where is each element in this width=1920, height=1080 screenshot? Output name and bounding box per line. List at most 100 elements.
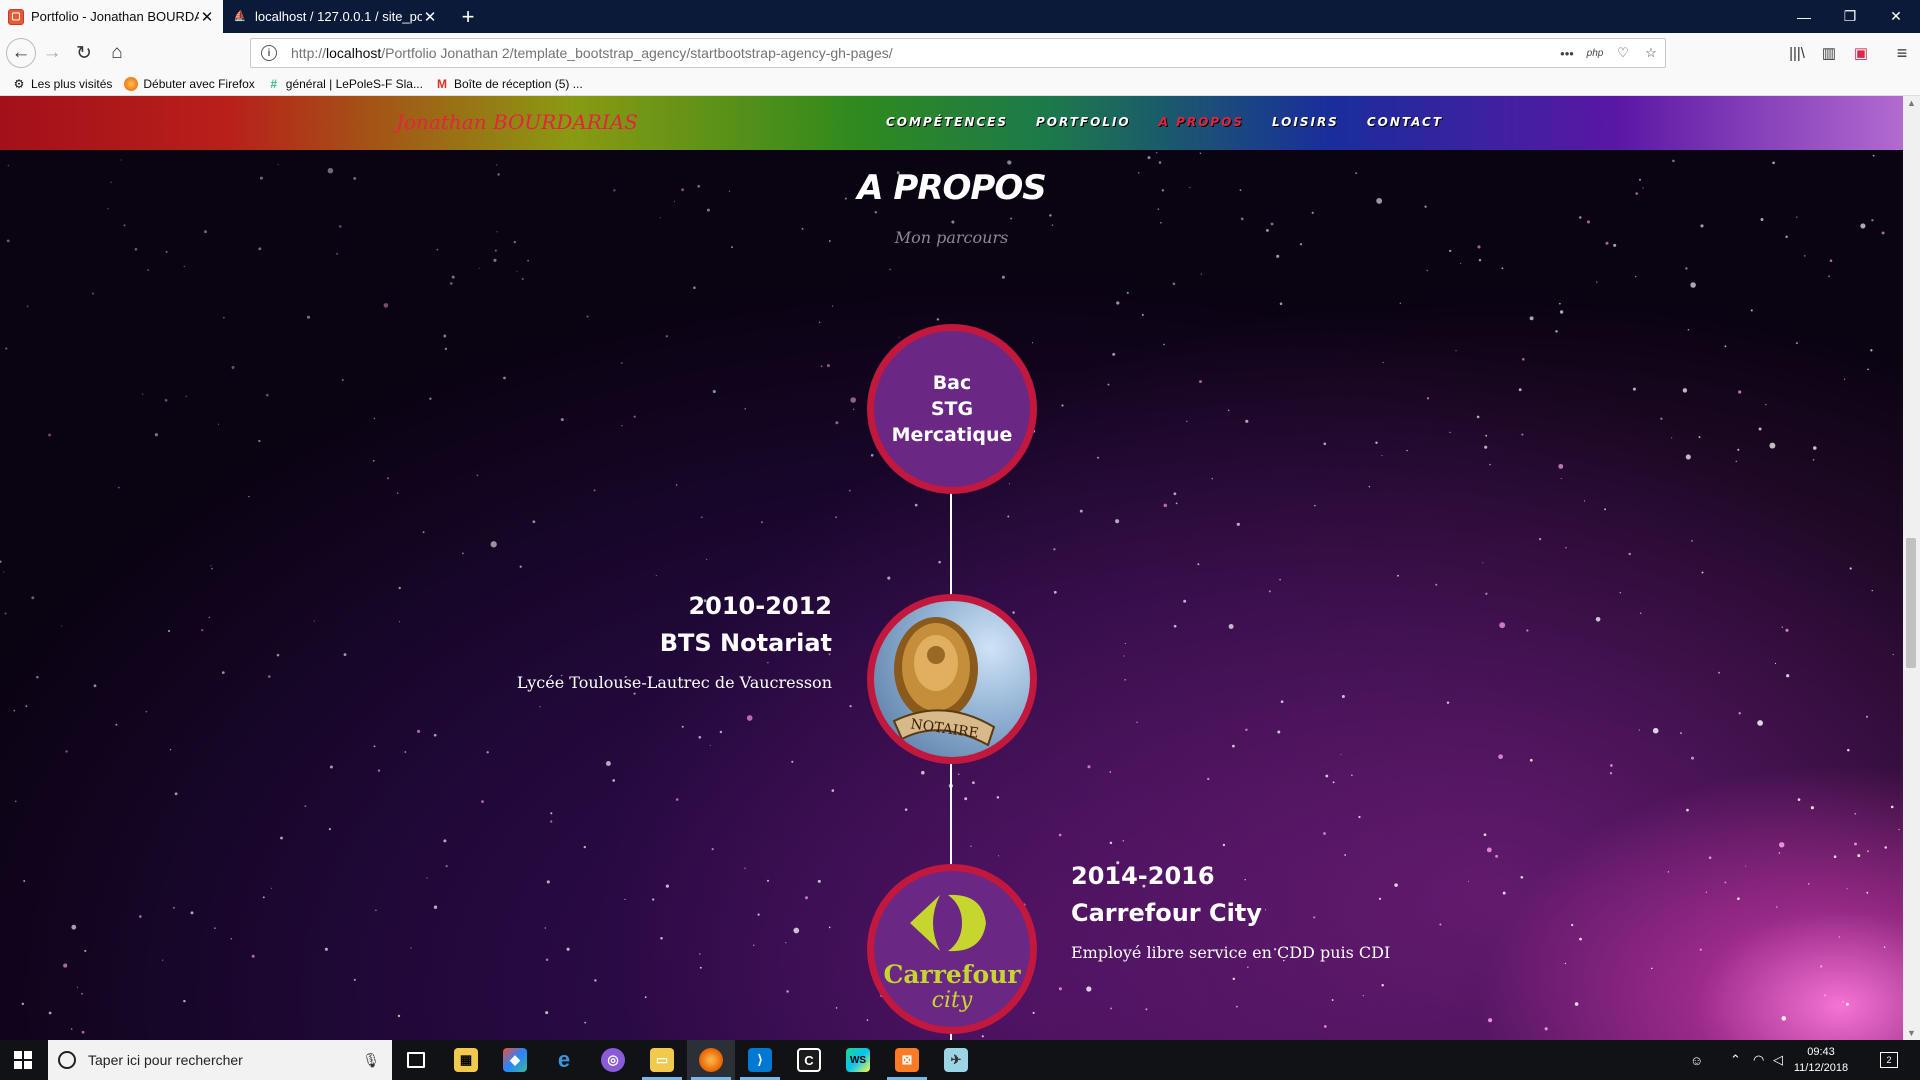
star	[1718, 671, 1721, 674]
star	[1724, 881, 1727, 884]
star	[147, 269, 150, 271]
firefox-taskbar-icon[interactable]	[687, 1040, 735, 1080]
start-button[interactable]	[0, 1040, 46, 1080]
star	[655, 575, 657, 577]
star	[1529, 758, 1533, 762]
home-button[interactable]: ⌂	[103, 39, 131, 67]
bookmark-most-visited[interactable]: ⚙ Les plus visités	[12, 77, 113, 91]
star	[1685, 454, 1691, 460]
xampp-icon[interactable]: ⊠	[883, 1040, 931, 1080]
bookmark-gmail[interactable]: M Boîte de réception (5) ...	[435, 77, 583, 91]
nav-link-competences[interactable]: COMPÉTENCES	[886, 115, 1008, 129]
url-text[interactable]: http://localhost/Portfolio Jonathan 2/te…	[291, 45, 1553, 61]
star	[417, 729, 421, 734]
star	[665, 884, 669, 888]
site-brand[interactable]: Jonathan BOURDARIAS	[396, 110, 638, 134]
tray-person-icon[interactable]: ☺	[1690, 1040, 1703, 1080]
pocket-icon[interactable]: ♡	[1609, 45, 1637, 61]
extension-icon[interactable]: ▣	[1847, 39, 1875, 67]
file-explorer-icon[interactable]: ▭	[638, 1040, 686, 1080]
editor-icon[interactable]: C	[785, 1040, 833, 1080]
scroll-down-arrow[interactable]: ▼	[1907, 1028, 1916, 1038]
star	[1010, 217, 1013, 220]
star	[1155, 151, 1158, 154]
star	[1344, 854, 1346, 856]
site-info-icon[interactable]: i	[261, 45, 277, 61]
star	[167, 629, 171, 633]
star	[1112, 352, 1116, 356]
tab-phpmyadmin[interactable]: ⛵ localhost / 127.0.0.1 / site_portfolio…	[224, 0, 446, 33]
star	[1008, 483, 1011, 485]
store-icon[interactable]: ▦	[442, 1040, 490, 1080]
nav-link-loisirs[interactable]: LOISIRS	[1272, 115, 1339, 129]
star	[1778, 852, 1781, 854]
star	[1690, 282, 1696, 288]
star	[981, 1035, 984, 1038]
star	[1738, 390, 1742, 394]
star	[93, 684, 97, 688]
tray-network-icon[interactable]: ◠	[1753, 1040, 1764, 1080]
star	[1866, 850, 1869, 853]
star	[1890, 805, 1894, 809]
tab-portfolio[interactable]: ▢ Portfolio - Jonathan BOURDARIAS ✕	[0, 0, 223, 33]
new-tab-button[interactable]: +	[456, 4, 480, 30]
back-button[interactable]: ←	[6, 38, 36, 68]
star	[1476, 415, 1480, 419]
vscode-icon[interactable]: ⟩	[736, 1040, 784, 1080]
star	[436, 248, 439, 251]
nav-link-a-propos[interactable]: A PROPOS	[1159, 115, 1244, 129]
notification-center-icon[interactable]: 2	[1880, 1040, 1898, 1080]
star	[1141, 313, 1144, 316]
star	[248, 495, 250, 498]
star	[1609, 772, 1613, 775]
nav-link-portfolio[interactable]: PORTFOLIO	[1036, 115, 1131, 129]
url-bar[interactable]: i http://localhost/Portfolio Jonathan 2/…	[250, 38, 1666, 68]
webstorm-icon[interactable]: WS	[834, 1040, 882, 1080]
star	[373, 745, 376, 748]
star	[496, 164, 498, 166]
bookmark-slack[interactable]: # général | LePoleS-F Sla...	[267, 77, 423, 91]
star	[26, 305, 29, 308]
sidebar-icon[interactable]: ▥	[1815, 39, 1843, 67]
star	[1061, 404, 1064, 407]
bookmark-getting-started[interactable]: Débuter avec Firefox	[124, 77, 255, 91]
sourcetree-icon[interactable]: ◆	[491, 1040, 539, 1080]
scrollbar-thumb[interactable]	[1906, 538, 1916, 668]
restore-button[interactable]: ❐	[1827, 0, 1873, 33]
tray-volume-icon[interactable]: ◁	[1773, 1040, 1783, 1080]
star	[486, 751, 489, 754]
library-icon[interactable]: |||\	[1783, 39, 1811, 67]
star	[870, 453, 874, 457]
close-tab-icon[interactable]: ✕	[199, 8, 215, 26]
close-window-button[interactable]: ✕	[1873, 0, 1919, 33]
task-view-icon[interactable]	[392, 1040, 440, 1080]
star	[1579, 937, 1582, 941]
nav-link-contact[interactable]: CONTACT	[1367, 115, 1443, 129]
star	[1604, 508, 1607, 511]
star	[1460, 262, 1462, 265]
forward-button[interactable]: →	[38, 39, 66, 67]
reload-button[interactable]: ↻	[70, 39, 98, 67]
star	[1406, 449, 1408, 452]
close-tab-icon[interactable]: ✕	[422, 8, 438, 26]
edge-icon[interactable]: e	[540, 1040, 588, 1080]
star	[1277, 730, 1281, 734]
bookmark-star-icon[interactable]: ☆	[1637, 45, 1665, 61]
tray-chevron-up-icon[interactable]: ⌃	[1730, 1040, 1741, 1080]
microphone-icon[interactable]: 🎙	[362, 1052, 380, 1069]
scroll-up-arrow[interactable]: ▲	[1907, 98, 1916, 108]
php-badge[interactable]: php	[1581, 48, 1609, 59]
star	[633, 415, 636, 418]
menu-icon[interactable]: ≡	[1888, 39, 1916, 67]
star	[566, 947, 570, 951]
star	[1610, 764, 1613, 767]
minimize-button[interactable]: —	[1781, 0, 1827, 33]
taskbar-clock[interactable]: 09:43 11/12/2018	[1786, 1044, 1856, 1076]
star	[826, 364, 830, 368]
notaire-image: NOTAIRE	[867, 594, 1037, 764]
page-actions-icon[interactable]: •••	[1553, 46, 1581, 61]
app-purple-icon[interactable]: ◎	[589, 1040, 637, 1080]
star	[605, 761, 611, 766]
taskbar-search[interactable]: Taper ici pour rechercher 🎙	[48, 1040, 392, 1080]
app-bird-icon[interactable]: ✈	[932, 1040, 980, 1080]
